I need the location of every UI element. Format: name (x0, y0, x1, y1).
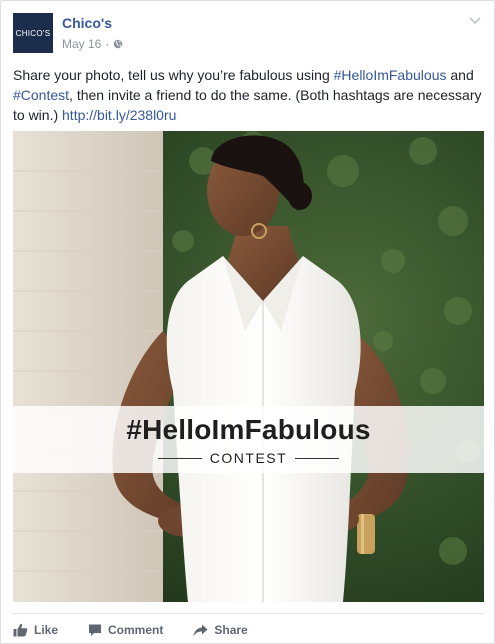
share-arrow-icon (193, 624, 208, 636)
post-date[interactable]: May 16 (62, 37, 101, 51)
post-card: chico's Chico's May 16 · Share your phot… (0, 0, 495, 644)
banner-subtitle: CONTEST (13, 450, 484, 466)
thumbs-up-icon (13, 623, 28, 637)
post-actions: Like Comment Share (13, 619, 278, 641)
hashtag-link[interactable]: #Contest (13, 87, 69, 103)
chevron-down-icon[interactable] (467, 13, 483, 29)
banner-rule-right (295, 457, 340, 459)
banner-subtitle-text: CONTEST (209, 450, 288, 466)
share-label: Share (214, 623, 248, 637)
comment-icon (89, 624, 102, 636)
photo-illustration (13, 131, 484, 602)
post-image[interactable]: #HelloImFabulous CONTEST (13, 131, 484, 602)
post-text-segment: Share your photo, tell us why you’re fab… (13, 67, 334, 83)
like-button[interactable]: Like (13, 623, 58, 637)
post-text: Share your photo, tell us why you’re fab… (13, 65, 485, 125)
short-url-link[interactable]: http://bit.ly/238l0ru (62, 107, 176, 123)
like-label: Like (34, 623, 59, 637)
page-avatar[interactable]: chico's (13, 13, 53, 53)
post-header: chico's Chico's May 16 · (13, 13, 483, 53)
logo-text: chico's (15, 28, 51, 38)
contest-banner: #HelloImFabulous CONTEST (13, 406, 484, 473)
globe-icon (114, 39, 123, 49)
page-name-link[interactable]: Chico's (62, 15, 112, 31)
meta-separator: · (105, 37, 110, 51)
comment-label: Comment (108, 623, 164, 637)
banner-rule-left (157, 457, 202, 459)
banner-title: #HelloImFabulous (126, 414, 371, 445)
hashtag-link[interactable]: #HelloImFabulous (334, 67, 447, 83)
post-meta: May 16 · (62, 37, 123, 51)
comment-button[interactable]: Comment (88, 623, 163, 637)
actions-divider (13, 613, 483, 614)
share-button[interactable]: Share (193, 623, 248, 637)
post-text-segment: and (446, 67, 474, 83)
